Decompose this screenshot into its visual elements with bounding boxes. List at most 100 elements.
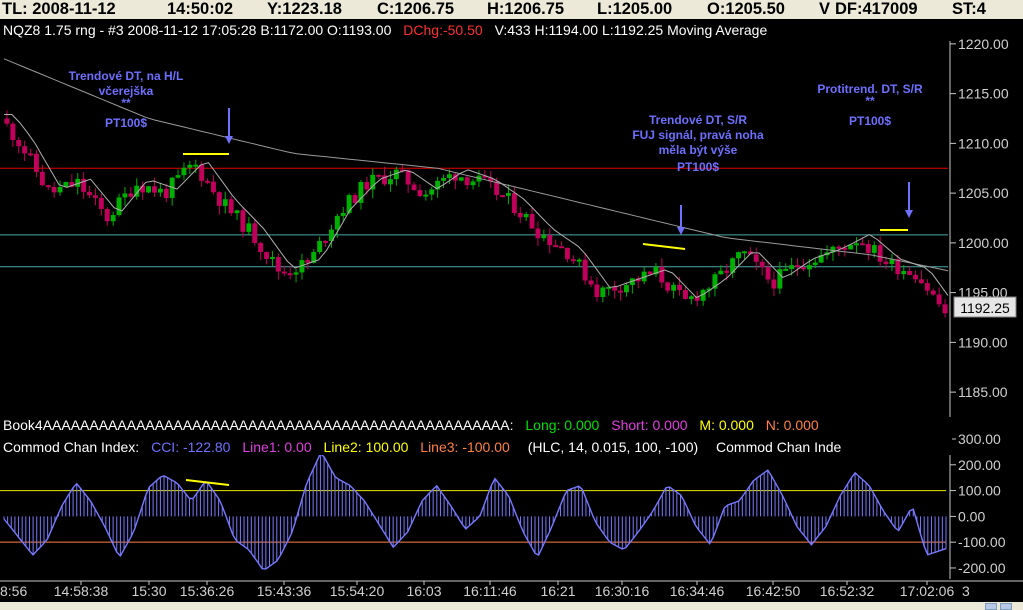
candle-body: [665, 282, 671, 291]
candle-body: [529, 214, 535, 229]
candle-body: [334, 215, 340, 230]
candle-body: [688, 296, 694, 299]
candle-body: [535, 228, 541, 239]
scroll-left-button[interactable]: [985, 603, 997, 610]
price-tick-label: 1215.00: [958, 86, 1009, 102]
candle-body: [523, 214, 529, 218]
candle-body: [659, 266, 665, 283]
candle-body: [98, 197, 104, 209]
candle-body: [216, 192, 222, 206]
annotation-2-line-4: PT100$: [677, 160, 719, 174]
candle-body: [281, 271, 287, 274]
cci-tick-label: 100.00: [958, 483, 1001, 499]
cci-title-right: Commod Chan Inde: [716, 439, 842, 455]
topbar-yesterday: Y:1223.18: [267, 0, 342, 18]
candle-body: [175, 175, 181, 178]
time-tick-label: 15:43:36: [257, 583, 312, 599]
candle-body: [942, 304, 948, 314]
candle-body: [181, 167, 187, 176]
topbar-high: H:1206.75: [487, 0, 565, 18]
price-tick-label: 1200.00: [958, 235, 1009, 251]
annotation-1-line-3: **: [121, 96, 131, 110]
candle-body: [582, 259, 588, 281]
time-tick-label: 15:54:20: [330, 583, 385, 599]
candle-body: [234, 210, 240, 214]
candle-body: [682, 290, 688, 299]
chart-canvas: 1185.001190.001195.001200.001205.001210.…: [0, 19, 1023, 602]
topbar-st: ST:4: [952, 0, 986, 18]
candle-body: [783, 268, 789, 271]
candle-body: [10, 123, 16, 141]
candle-body: [122, 193, 128, 198]
candle-body: [547, 235, 553, 246]
cci-params: (HLC, 14, 0.015, 100, -100): [528, 439, 698, 455]
candle-body: [151, 186, 157, 193]
candle-body: [564, 247, 570, 260]
cci-tick-label: -100.00: [958, 534, 1006, 550]
candle-body: [877, 245, 883, 262]
price-header-right: V:433 H:1194.00 L:1192.25 Moving Average: [495, 22, 768, 38]
candle-body: [317, 240, 323, 252]
candle-body: [623, 285, 629, 293]
candle-body: [146, 186, 152, 193]
candle-body: [859, 243, 865, 246]
candle-body: [22, 146, 28, 154]
time-tick-label-partial-left: 8:56: [0, 583, 27, 599]
annotation-3-line-3: PT100$: [849, 114, 891, 128]
candle-body: [883, 261, 889, 265]
candle-body: [800, 267, 806, 270]
candle-body: [346, 195, 352, 213]
candle-body: [293, 272, 299, 275]
book-short: Short: 0.000: [611, 417, 687, 433]
candle-body: [812, 262, 818, 266]
candle-body: [4, 118, 10, 124]
cci-value: CCI: -122.80: [151, 439, 231, 455]
candle-body: [511, 193, 517, 214]
candle-body: [87, 191, 93, 196]
candle-body: [806, 265, 812, 270]
candle-body: [865, 243, 871, 253]
candle-body: [901, 270, 907, 275]
cci-line2: Line2: 100.00: [324, 439, 409, 455]
annotation-2-line-2: FUJ signál, pravá noha: [632, 128, 764, 142]
candle-body: [505, 193, 511, 196]
candle-body: [246, 223, 252, 232]
cci-tick-label: 300.00: [958, 431, 1001, 447]
candle-body: [907, 270, 913, 275]
candle-body: [140, 185, 146, 193]
time-tick-label: 16:21: [540, 583, 575, 599]
cci-line3: Line3: -100.00: [420, 439, 510, 455]
cci-tick-label: 200.00: [958, 457, 1001, 473]
price-header: NQZ8 1.75 rng - #3 2008-11-12 17:05:28 B…: [3, 22, 767, 38]
candle-body: [494, 181, 500, 196]
time-tick-label: 16:42:50: [746, 583, 801, 599]
scroll-right-button[interactable]: [1000, 603, 1012, 610]
candle-body: [187, 164, 193, 168]
time-tick-label: 16:11:46: [463, 583, 517, 599]
time-tick-label: 17:02:06: [900, 583, 955, 599]
candle-body: [724, 270, 730, 273]
time-tick-label: 15:36:26: [180, 583, 235, 599]
annotation-2-line-3: měla být výše: [659, 143, 738, 157]
candle-body: [275, 257, 281, 272]
candle-body: [553, 245, 559, 248]
candle-body: [264, 252, 270, 259]
candle-body: [163, 188, 169, 198]
candle-body: [500, 195, 506, 198]
book-label: Book4AAAAAAAAAAAAAAAAAAAAAAAAAAAAAAAAAAA…: [3, 417, 513, 433]
candle-body: [51, 187, 57, 193]
candle-body: [446, 174, 452, 178]
candle-body: [930, 290, 936, 295]
candle-body: [441, 177, 447, 181]
candle-body: [576, 259, 582, 262]
candle-body: [352, 195, 358, 203]
annotation-1-line-1: Trendové DT, na H/L: [69, 69, 184, 83]
candle-body: [541, 235, 547, 239]
candle-body: [594, 284, 600, 298]
candle-body: [470, 181, 476, 186]
status-strip: [0, 602, 1023, 610]
candle-body: [429, 189, 435, 195]
candle-body: [517, 213, 523, 218]
time-tick-label: 16:34:46: [670, 583, 725, 599]
topbar-time: 14:50:02: [167, 0, 234, 18]
